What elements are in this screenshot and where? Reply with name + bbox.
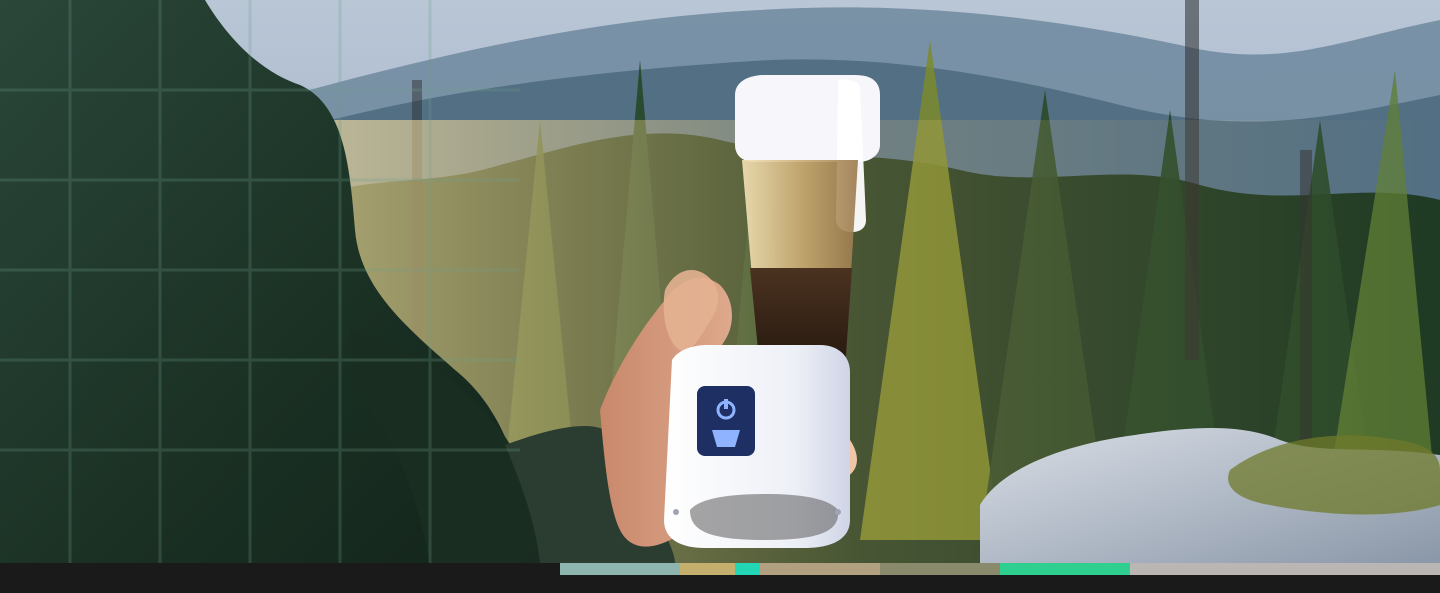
power-icon-line (724, 399, 728, 409)
hero-photo (0, 0, 1440, 563)
blender-base-bottom-plate (690, 494, 839, 540)
blender-base-screw (673, 509, 679, 515)
blender-base-screw-2 (835, 509, 841, 515)
hero-image-frame (0, 0, 1440, 593)
bottom-color-strip (0, 563, 1440, 575)
